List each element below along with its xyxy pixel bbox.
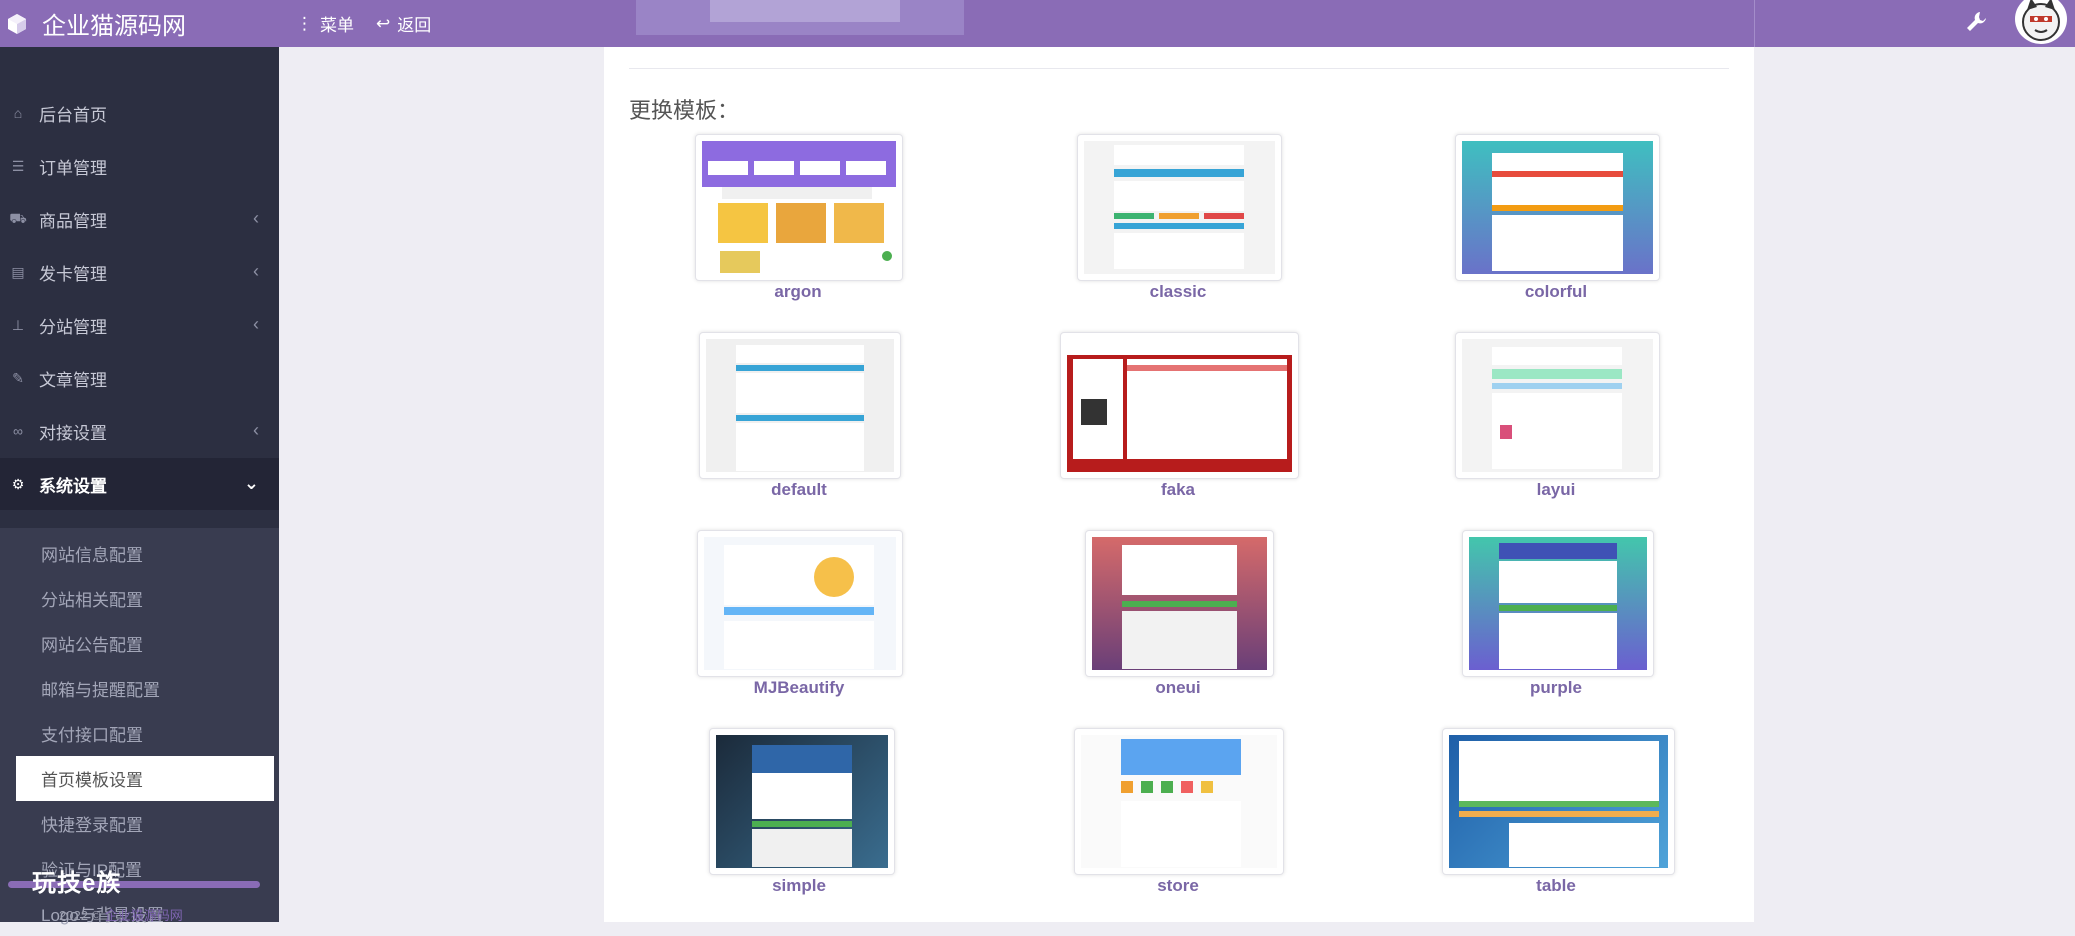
top-preview-thumbnail — [636, 0, 964, 35]
submenu-item-email[interactable]: 邮箱与提醒配置 — [16, 666, 274, 711]
submenu-item-label: 支付接口配置 — [41, 726, 143, 745]
template-name-faka: faka — [1160, 480, 1196, 499]
sidebar-item-orders[interactable]: ☰ 订单管理 — [0, 140, 279, 192]
template-name-purple: purple — [1530, 678, 1582, 697]
copyright-year: 2022 © — [59, 908, 102, 923]
sidebar-item-cards[interactable]: ▤ 发卡管理 ‹ — [0, 246, 279, 298]
submenu-item-announcement[interactable]: 网站公告配置 — [16, 621, 274, 666]
template-thumb-classic[interactable] — [1077, 134, 1282, 281]
submenu-item-quick-login[interactable]: 快捷登录配置 — [16, 801, 274, 846]
sidebar-item-articles[interactable]: ✎ 文章管理 — [0, 352, 279, 404]
cat-avatar-icon — [2022, 0, 2060, 41]
watermark: 玩技e族 — [32, 870, 122, 897]
sidebar-item-label: 对接设置 — [39, 423, 107, 443]
submenu-item-label: 网站信息配置 — [41, 546, 143, 565]
sidebar-item-dashboard[interactable]: ⌂ 后台首页 — [0, 87, 279, 139]
copyright-link[interactable]: 企业猫源码网 — [105, 908, 183, 923]
sidebar-item-products[interactable]: ⛟ 商品管理 ‹ — [0, 193, 279, 245]
template-thumb-oneui[interactable] — [1085, 530, 1274, 677]
template-name-default: default — [771, 480, 827, 499]
top-navbar: 企业猫源码网 ⋮ 菜单 ↩ 返回 — [0, 0, 2075, 47]
submenu-item-label: 邮箱与提醒配置 — [41, 681, 160, 700]
menu-dots-icon: ⋮ — [296, 13, 313, 33]
brand[interactable]: 企业猫源码网 — [0, 0, 279, 47]
template-thumb-layui[interactable] — [1455, 332, 1660, 479]
template-name-table: table — [1536, 876, 1576, 895]
template-name-argon: argon — [774, 282, 822, 301]
sidebar-item-label: 文章管理 — [39, 370, 107, 390]
gear-icon: ⚙ — [11, 475, 25, 492]
submenu-item-substation-config[interactable]: 分站相关配置 — [16, 576, 274, 621]
submenu-item-label: 首页模板设置 — [41, 771, 143, 790]
wrench-icon[interactable] — [1962, 8, 1990, 36]
template-name-store: store — [1157, 876, 1199, 895]
sidebar-item-label: 系统设置 — [39, 476, 107, 496]
sidebar-item-label: 分站管理 — [39, 317, 107, 337]
sidebar-item-substations[interactable]: ⊥ 分站管理 ‹ — [0, 299, 279, 351]
template-thumb-faka[interactable] — [1060, 332, 1299, 479]
template-name-colorful: colorful — [1524, 282, 1588, 301]
back-button[interactable]: ↩ 返回 — [376, 11, 431, 36]
chevron-left-icon: ‹ — [253, 314, 259, 334]
card-icon: ▤ — [11, 263, 25, 280]
sidebar-item-integration[interactable]: ∞ 对接设置 ‹ — [0, 405, 279, 457]
menu-toggle-button[interactable]: ⋮ 菜单 — [296, 11, 354, 36]
sitemap-icon: ⊥ — [11, 316, 25, 333]
chevron-down-icon: ⌄ — [243, 473, 259, 493]
brand-name: 企业猫源码网 — [42, 13, 186, 40]
template-thumb-argon[interactable] — [695, 134, 903, 281]
submenu-item-payment[interactable]: 支付接口配置 — [16, 711, 274, 756]
chevron-left-icon: ‹ — [253, 208, 259, 228]
template-name-oneui: oneui — [1155, 678, 1201, 697]
template-thumb-table[interactable] — [1442, 728, 1675, 875]
sidebar-item-label: 商品管理 — [39, 211, 107, 231]
avatar[interactable] — [2015, 0, 2067, 44]
sidebar: ⌂ 后台首页 ☰ 订单管理 ⛟ 商品管理 ‹ ▤ 发卡管理 ‹ ⊥ 分站管理 ‹… — [0, 47, 279, 925]
template-name-simple: simple — [772, 876, 826, 895]
submenu-item-label: 快捷登录配置 — [41, 816, 143, 835]
template-thumb-colorful[interactable] — [1455, 134, 1660, 281]
template-thumb-store[interactable] — [1074, 728, 1284, 875]
topbar-divider — [1754, 0, 1755, 47]
template-thumb-purple[interactable] — [1462, 530, 1654, 677]
copyright: 2022 © 企业猫源码网 — [59, 905, 183, 924]
submenu-item-site-info[interactable]: 网站信息配置 — [16, 531, 274, 576]
template-thumb-simple[interactable] — [709, 728, 895, 875]
sidebar-item-label: 后台首页 — [39, 105, 107, 125]
section-title: 更换模板： — [629, 98, 740, 123]
sidebar-item-system-settings[interactable]: ⚙ 系统设置 ⌄ — [0, 458, 279, 510]
template-name-layui: layui — [1536, 480, 1576, 499]
chevron-left-icon: ‹ — [253, 420, 259, 440]
list-icon: ☰ — [11, 157, 25, 174]
submenu-item-label: 网站公告配置 — [41, 636, 143, 655]
link-icon: ∞ — [13, 423, 23, 439]
template-name-classic: classic — [1149, 282, 1207, 301]
template-thumb-mjbeautify[interactable] — [697, 530, 903, 677]
template-name-mjbeautify: MJBeautify — [753, 678, 845, 697]
divider — [629, 68, 1729, 69]
sidebar-item-label: 订单管理 — [39, 158, 107, 178]
template-thumb-default[interactable] — [699, 332, 901, 479]
chevron-left-icon: ‹ — [253, 261, 259, 281]
cube-logo-icon — [8, 13, 26, 34]
submenu-item-homepage-template[interactable]: 首页模板设置 — [16, 756, 274, 801]
submenu-item-label: 分站相关配置 — [41, 591, 143, 610]
back-label: 返回 — [397, 16, 432, 35]
cart-icon: ⛟ — [9, 209, 27, 226]
reply-arrow-icon: ↩ — [376, 13, 391, 33]
pencil-icon: ✎ — [12, 369, 24, 386]
menu-toggle-label: 菜单 — [320, 16, 354, 35]
template-settings-panel: 更换模板： argon classic colorful default fak… — [604, 47, 1754, 922]
sidebar-item-label: 发卡管理 — [39, 264, 107, 284]
home-icon: ⌂ — [13, 105, 23, 121]
